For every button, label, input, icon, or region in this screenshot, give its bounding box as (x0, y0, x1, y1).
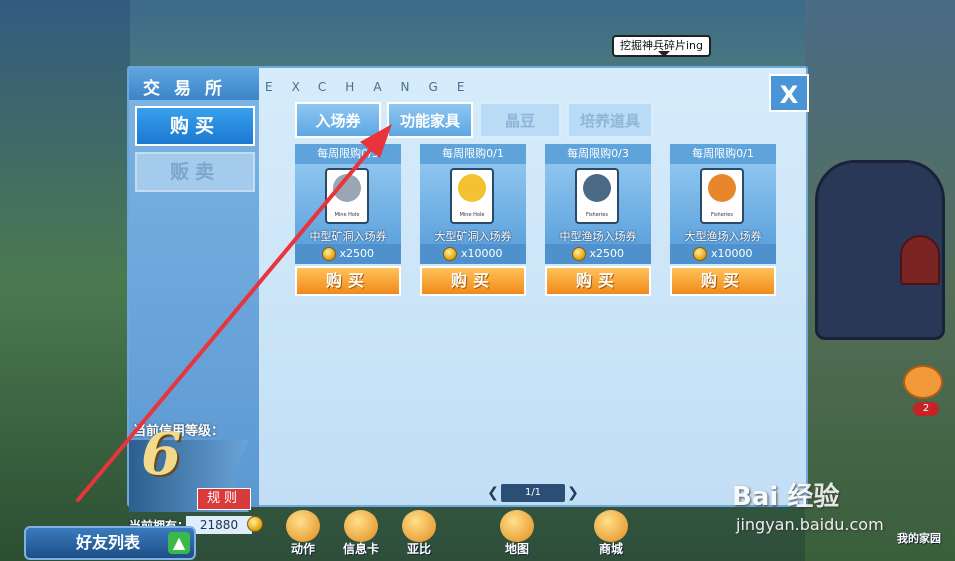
item-price: x2500 (295, 244, 401, 264)
tab-tickets[interactable]: 入场券 (295, 102, 381, 138)
ticket-text: Fisheries (711, 212, 733, 218)
tab-functional-furniture[interactable]: 功能家具 (387, 102, 473, 138)
rules-button[interactable]: 规则 (197, 488, 251, 510)
nav-info-card[interactable]: 信息卡 (334, 510, 388, 558)
notification-count-badge: 2 (913, 402, 939, 416)
shop-item-card: 每周限购0/3 Mine Hole 中型矿洞入场券 x2500 购买 (295, 144, 401, 298)
info-card-icon (344, 510, 378, 542)
ticket-text: Fisheries (586, 212, 608, 218)
nav-my-home[interactable]: 我的家园 (892, 510, 952, 558)
item-name: 大型矿洞入场券 (434, 230, 512, 243)
gold-ore-icon (458, 174, 486, 202)
quest-tooltip: 挖掘神兵碎片ing (612, 35, 712, 57)
item-name: 中型矿洞入场券 (309, 230, 387, 243)
friends-list-label: 好友列表 (76, 533, 141, 552)
buy-mode-button[interactable]: 购买 (135, 106, 255, 146)
next-page-button[interactable]: ❯ (565, 484, 581, 502)
panel-subtitle: EXCHANGE (265, 80, 484, 94)
shop-item-card: 每周限购0/1 Fisheries 大型渔场入场券 x10000 购买 (670, 144, 776, 298)
nav-map[interactable]: 地图 (490, 510, 544, 558)
item-price-value: x10000 (460, 247, 503, 260)
background-left-scene (0, 0, 130, 561)
item-image-area: Fisheries 中型渔场入场券 (545, 164, 651, 244)
item-image-area: Fisheries 大型渔场入场券 (670, 164, 776, 244)
weekly-limit: 每周限购0/3 (295, 144, 401, 164)
baidu-watermark: Bai 经验 (732, 482, 840, 512)
nav-label: 我的家园 (897, 532, 941, 545)
buy-button[interactable]: 购买 (670, 266, 776, 296)
credit-level-value: 6 (141, 420, 182, 488)
item-price-value: x10000 (710, 247, 753, 260)
baidu-watermark-url: jingyan.baidu.com (736, 515, 884, 534)
coin-icon (443, 247, 458, 261)
item-price-value: x2500 (339, 247, 374, 260)
nav-label: 动作 (290, 542, 315, 556)
buy-button[interactable]: 购买 (295, 266, 401, 296)
crab-icon (708, 174, 736, 202)
buy-button[interactable]: 购买 (420, 266, 526, 296)
nav-label: 亚比 (406, 542, 431, 556)
exchange-panel: 交易所 EXCHANGE 购买 贩卖 当前信用等级： 6 规则 当前拥有： 21… (127, 66, 809, 534)
map-icon (500, 510, 534, 542)
sell-mode-button[interactable]: 贩卖 (135, 152, 255, 192)
close-button[interactable]: X (769, 74, 809, 112)
expand-up-icon: ▲ (168, 532, 190, 554)
coin-icon (321, 247, 336, 261)
pet-icon (402, 510, 436, 542)
pagination: ❮ 1/1 ❯ (485, 484, 581, 502)
page-indicator: 1/1 (501, 484, 565, 502)
tab-training-items[interactable]: 培养道具 (567, 102, 653, 138)
mall-icon (594, 510, 628, 542)
fish-icon (583, 174, 611, 202)
friends-list-button[interactable]: 好友列表 ▲ (24, 526, 196, 560)
weekly-limit: 每周限购0/3 (545, 144, 651, 164)
ticket-text: Mine Hole (334, 212, 360, 218)
actions-icon (286, 510, 320, 542)
tab-crystal-beans[interactable]: 晶豆 (479, 102, 561, 138)
panel-header: 交易所 (129, 68, 259, 100)
ore-icon (333, 174, 361, 202)
nav-label: 商城 (598, 542, 623, 556)
nav-mall[interactable]: 商城 (584, 510, 638, 558)
nav-actions[interactable]: 动作 (276, 510, 330, 558)
coin-icon (571, 247, 586, 261)
item-price: x2500 (545, 244, 651, 264)
weekly-limit: 每周限购0/1 (420, 144, 526, 164)
weekly-limit: 每周限购0/1 (670, 144, 776, 164)
shop-item-card: 每周限购0/3 Fisheries 中型渔场入场券 x2500 购买 (545, 144, 651, 298)
ticket-icon: Mine Hole (325, 168, 369, 224)
prev-page-button[interactable]: ❮ (485, 484, 501, 502)
exchange-sidebar: 购买 贩卖 当前信用等级： 6 规则 当前拥有： 21880 (129, 100, 263, 534)
nav-label: 信息卡 (342, 542, 379, 556)
item-name: 中型渔场入场券 (559, 230, 637, 243)
nav-label: 地图 (504, 542, 529, 556)
item-name: 大型渔场入场券 (684, 230, 762, 243)
house-door (900, 235, 940, 285)
item-image-area: Mine Hole 大型矿洞入场券 (420, 164, 526, 244)
shop-item-card: 每周限购0/1 Mine Hole 大型矿洞入场券 x10000 购买 (420, 144, 526, 298)
item-price-value: x2500 (589, 247, 624, 260)
nav-pets[interactable]: 亚比 (392, 510, 446, 558)
ticket-text: Mine Hole (459, 212, 485, 218)
panel-title: 交易所 (143, 79, 236, 99)
ticket-icon: Fisheries (700, 168, 744, 224)
item-image-area: Mine Hole 中型矿洞入场券 (295, 164, 401, 244)
buy-button[interactable]: 购买 (545, 266, 651, 296)
item-price: x10000 (670, 244, 776, 264)
ticket-icon: Mine Hole (450, 168, 494, 224)
coin-icon (693, 247, 708, 261)
footprint-icon[interactable] (903, 365, 943, 399)
item-price: x10000 (420, 244, 526, 264)
ticket-icon: Fisheries (575, 168, 619, 224)
